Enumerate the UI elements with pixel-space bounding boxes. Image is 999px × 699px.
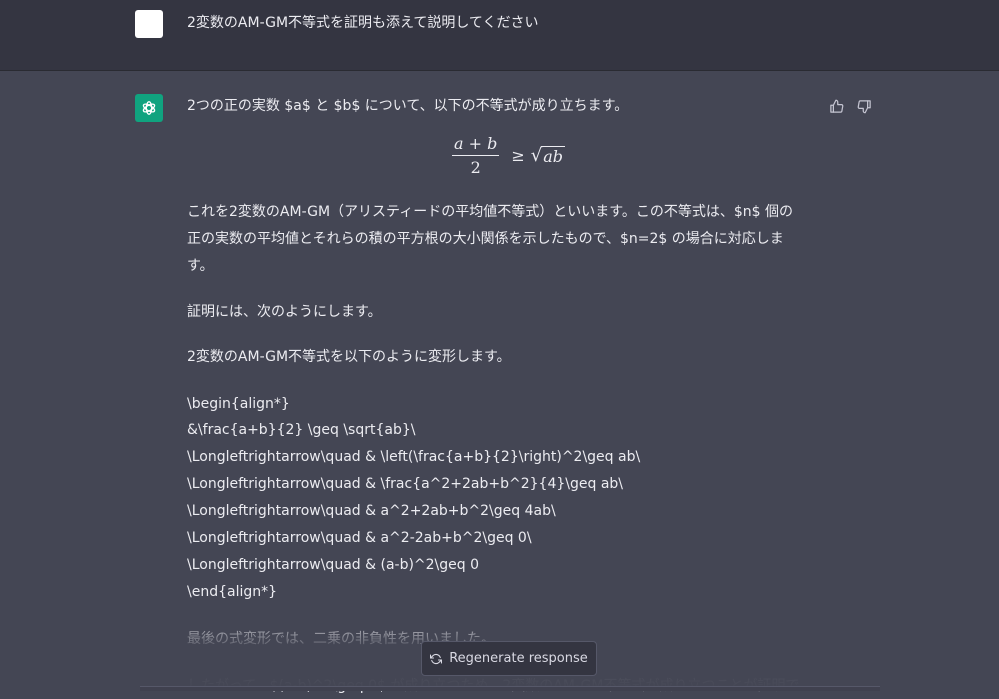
paragraph-line: 正の実数の平均値とそれらの積の平方根の大小関係を示したもので、$n=2$ の場合…: [187, 231, 784, 247]
latex-line: \Longleftrightarrow\quad & (a-b)^2\geq 0: [187, 557, 480, 573]
chat-input-bar[interactable]: [140, 686, 880, 691]
square-root: √ ab: [531, 145, 566, 166]
latex-line: &\frac{a+b}{2} \geq \sqrt{ab}\: [187, 422, 416, 438]
radicand: ab: [541, 146, 566, 166]
latex-line: \Longleftrightarrow\quad & a^2-2ab+b^2\g…: [187, 530, 532, 546]
regenerate-response-button[interactable]: Regenerate response: [421, 641, 597, 676]
fraction-numerator: a + b: [452, 134, 500, 156]
regenerate-label: Regenerate response: [449, 651, 588, 666]
thumbs-down-icon[interactable]: [855, 97, 873, 115]
openai-logo-icon: [135, 94, 163, 122]
assistant-message-row: 2つの正の実数 $a$ と $b$ について、以下の不等式が成り立ちます。 a …: [0, 71, 999, 694]
user-message-text: 2変数のAM-GM不等式を証明も添えて説明してください: [187, 15, 539, 31]
fraction-denominator: 2: [470, 158, 481, 177]
latex-line: \Longleftrightarrow\quad & a^2+2ab+b^2\g…: [187, 503, 556, 519]
latex-line: \Longleftrightarrow\quad & \left(\frac{a…: [187, 449, 641, 465]
latex-line: \begin{align*}: [187, 396, 290, 412]
thumbs-up-icon[interactable]: [827, 97, 845, 115]
proof-intro-paragraph: 証明には、次のようにします。: [187, 304, 382, 320]
paragraph-line: す。: [187, 258, 214, 274]
refresh-icon: [430, 653, 443, 664]
latex-line: \Longleftrightarrow\quad & \frac{a^2+2ab…: [187, 476, 624, 492]
am-gm-formula: a + b 2 ≥ √ ab: [452, 134, 566, 177]
user-message-row: 2変数のAM-GM不等式を証明も添えて説明してください: [0, 0, 999, 71]
transform-intro-paragraph: 2変数のAM-GM不等式を以下のように変形します。: [187, 349, 511, 365]
paragraph-line: これを2変数のAM-GM（アリスティードの平均値不等式）といいます。この不等式は…: [187, 204, 793, 220]
geq-operator: ≥: [511, 146, 525, 165]
user-avatar: [135, 10, 163, 38]
intro-paragraph: 2つの正の実数 $a$ と $b$ について、以下の不等式が成り立ちます。: [187, 98, 629, 114]
fraction: a + b 2: [452, 134, 500, 177]
latex-line: \end{align*}: [187, 584, 278, 600]
